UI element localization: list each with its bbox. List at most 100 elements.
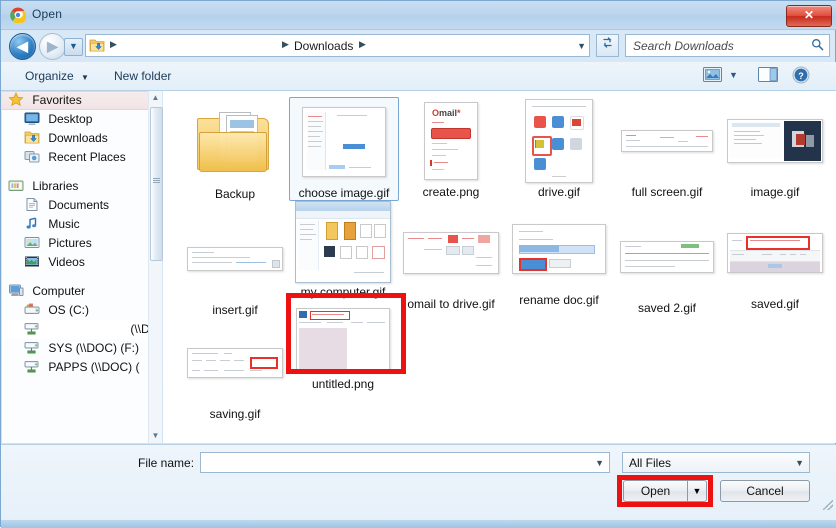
search-icon[interactable]: [811, 38, 824, 54]
file-name-label: Backup: [214, 187, 256, 201]
file-list-pane[interactable]: Backup choose image.gif Omail* create.pn…: [163, 91, 836, 443]
file-item-saved-gif[interactable]: saved.gif: [721, 209, 829, 311]
file-type-filter-select[interactable]: All Files ▼: [622, 452, 810, 473]
file-name-label: create.png: [422, 185, 480, 199]
file-item-rename-doc-gif[interactable]: rename doc.gif: [505, 205, 613, 307]
file-name-label: image.gif: [750, 185, 800, 199]
open-button[interactable]: Open: [623, 480, 687, 502]
navigation-pane: Favorites Desktop Downloads Recent Place…: [2, 91, 162, 443]
file-name-label: untitled.png: [311, 377, 375, 391]
window-title: Open: [32, 7, 63, 21]
file-thumbnail: [505, 205, 613, 293]
file-item-saving-gif[interactable]: saving.gif: [181, 319, 289, 421]
scroll-up-arrow-icon[interactable]: ▲: [149, 91, 162, 105]
file-item-saved-2-gif[interactable]: saved 2.gif: [613, 213, 721, 315]
file-item-omail-to-drive-gif[interactable]: omail to drive.gif: [397, 209, 505, 311]
file-name-label-static: File name:: [138, 456, 195, 470]
chevron-down-icon[interactable]: ▼: [795, 458, 804, 468]
file-name-input[interactable]: ▼: [200, 452, 610, 473]
file-name-label: my computer.gif: [300, 285, 386, 299]
sidebar-group-label: Libraries: [32, 179, 79, 193]
breadcrumb-separator[interactable]: ▶: [282, 39, 289, 50]
sidebar-item-music[interactable]: Music: [2, 215, 161, 234]
sidebar-item-videos[interactable]: Videos: [2, 253, 161, 272]
downloads-folder-icon: [89, 38, 105, 53]
sidebar-item-label: Pictures: [48, 236, 92, 250]
sidebar-item-label: Desktop: [48, 112, 93, 126]
sidebar-item-sys-doc-f[interactable]: SYS (\\DOC) (F:): [2, 339, 161, 358]
file-item-untitled-png[interactable]: untitled.png: [289, 303, 397, 391]
star-icon: [8, 92, 24, 107]
sidebar-group-computer[interactable]: Computer: [2, 282, 161, 301]
file-type-filter-value: All Files: [629, 456, 672, 470]
sidebar-item-label: OS (C:): [48, 303, 90, 317]
file-thumbnail: [289, 199, 397, 285]
file-item-image-gif[interactable]: image.gif: [721, 97, 829, 199]
sidebar-item-downloads[interactable]: Downloads: [2, 129, 161, 148]
help-icon[interactable]: ?: [792, 66, 810, 87]
open-dropdown-caret-icon[interactable]: ▼: [687, 480, 707, 502]
view-dropdown-caret-icon[interactable]: ▼: [729, 70, 738, 80]
sidebar-item-documents[interactable]: Documents: [2, 196, 161, 215]
address-bar[interactable]: ▶ ▶ Downloads ▶ ▼: [85, 34, 590, 57]
sidebar-item-recent-places[interactable]: Recent Places: [2, 148, 161, 167]
file-item-choose-image-gif[interactable]: choose image.gif: [289, 97, 399, 201]
resize-grip[interactable]: [823, 500, 833, 510]
organize-label: Organize: [25, 69, 74, 83]
refresh-button[interactable]: [596, 34, 619, 57]
scroll-down-arrow-icon[interactable]: ▼: [149, 429, 162, 443]
back-arrow-icon[interactable]: ◀: [9, 33, 36, 60]
file-name-label: insert.gif: [212, 303, 258, 317]
sidebar-item-network-drive-truncated[interactable]: (\\DO: [2, 320, 161, 339]
hard-drive-icon: [24, 302, 40, 317]
sidebar-item-label: Downloads: [48, 131, 108, 145]
sidebar-item-label: PAPPS (\\DOC) (: [48, 360, 140, 374]
file-item-full-screen-gif[interactable]: full screen.gif: [613, 97, 721, 199]
sidebar-item-label: SYS (\\DOC) (F:): [48, 341, 140, 355]
new-folder-button[interactable]: New folder: [108, 67, 177, 85]
preview-pane-icon[interactable]: [758, 66, 778, 86]
breadcrumb-separator[interactable]: ▶: [110, 39, 117, 50]
svg-text:?: ?: [798, 71, 804, 81]
close-button[interactable]: ✕: [786, 5, 832, 27]
cancel-button[interactable]: Cancel: [720, 480, 810, 502]
network-drive-icon: [24, 340, 40, 355]
music-icon: [24, 216, 40, 231]
libraries-icon: [8, 178, 24, 193]
sidebar-item-papps-doc[interactable]: PAPPS (\\DOC) (: [2, 358, 161, 377]
sidebar-item-desktop[interactable]: Desktop: [2, 110, 161, 129]
file-item-drive-gif[interactable]: drive.gif: [505, 97, 613, 199]
breadcrumb-separator[interactable]: ▶: [359, 39, 366, 50]
file-item-create-png[interactable]: Omail* create.png: [397, 97, 505, 199]
sidebar-group-favorites[interactable]: Favorites: [2, 91, 161, 110]
scrollbar-grip: [153, 178, 160, 183]
file-name-label: full screen.gif: [631, 185, 703, 199]
folder-icon: [181, 99, 289, 187]
file-thumbnail: [289, 303, 397, 377]
view-thumbnails-icon[interactable]: [703, 66, 722, 86]
file-name-label: rename doc.gif: [519, 293, 599, 307]
organize-button[interactable]: Organize ▼: [19, 67, 95, 85]
forward-arrow-icon[interactable]: ▶: [39, 33, 66, 60]
open-file-dialog: Open ✕ ◀ ▶ ▼ ▶ ▶ Downloads ▶ ▼ Search Do…: [0, 0, 836, 528]
breadcrumb-item-downloads[interactable]: Downloads: [294, 39, 353, 53]
network-drive-icon: [24, 321, 40, 336]
computer-icon: [8, 283, 24, 298]
videos-icon: [24, 254, 40, 269]
search-input[interactable]: Search Downloads: [625, 34, 830, 57]
sidebar-item-pictures[interactable]: Pictures: [2, 234, 161, 253]
file-name-label: choose image.gif: [298, 186, 390, 200]
chevron-down-icon[interactable]: ▼: [577, 41, 586, 51]
sidebar-group-libraries[interactable]: Libraries: [2, 177, 161, 196]
file-item-my-computer-gif[interactable]: my computer.gif: [289, 199, 397, 299]
sidebar-scrollbar[interactable]: ▲ ▼: [148, 91, 163, 443]
file-name-label: drive.gif: [537, 185, 581, 199]
sidebar-item-os-c[interactable]: OS (C:): [2, 301, 161, 320]
scrollbar-thumb[interactable]: [150, 107, 163, 261]
file-thumbnail: [505, 97, 613, 185]
file-item-backup[interactable]: Backup: [181, 99, 289, 201]
recent-locations-dropdown-icon[interactable]: ▼: [64, 38, 83, 56]
chevron-down-icon[interactable]: ▼: [595, 458, 604, 468]
sidebar-item-label: Videos: [48, 255, 85, 269]
file-item-insert-gif[interactable]: insert.gif: [181, 215, 289, 317]
